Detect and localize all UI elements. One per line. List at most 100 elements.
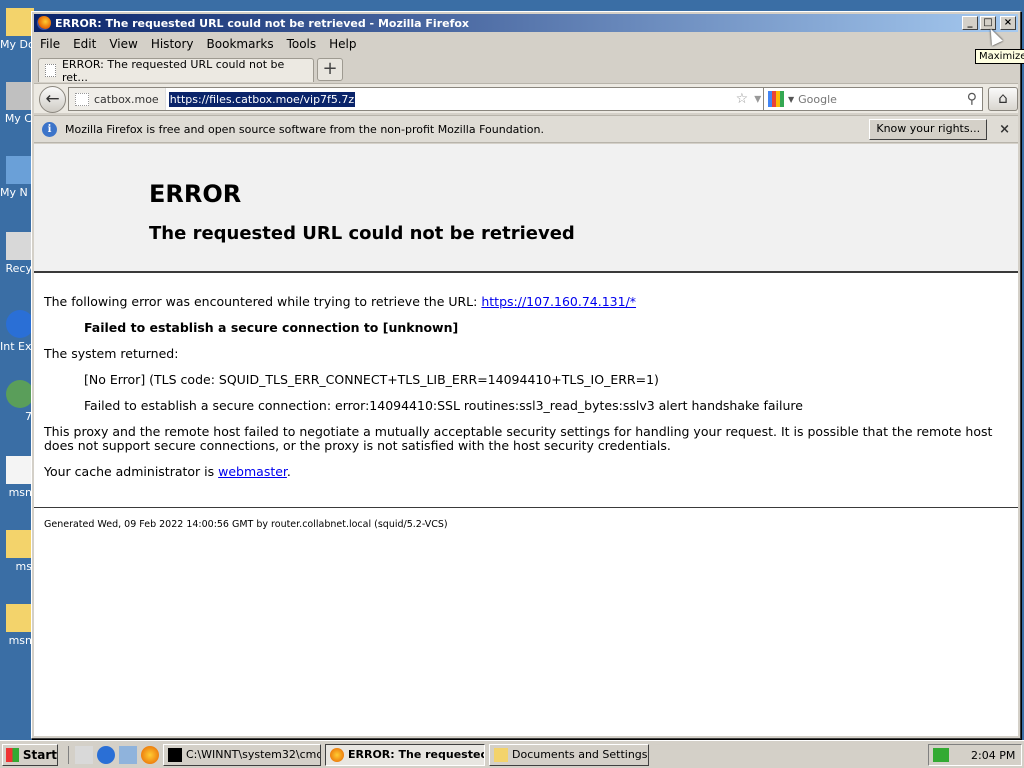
close-button[interactable]: × xyxy=(1000,16,1016,30)
menu-edit[interactable]: Edit xyxy=(73,37,96,51)
page-content: ERROR The requested URL could not be ret… xyxy=(34,144,1018,736)
desktop-icon-network[interactable]: My N Pl xyxy=(0,156,34,199)
notification-close-button[interactable]: × xyxy=(999,122,1010,137)
error-intro: The following error was encountered whil… xyxy=(44,295,1008,309)
error-body: The following error was encountered whil… xyxy=(34,273,1018,532)
desktop-icon-label: My C xyxy=(4,112,32,125)
clock[interactable]: 2:04 PM xyxy=(971,749,1015,762)
taskbar-item-firefox[interactable]: ERROR: The requested.... xyxy=(325,743,485,766)
recycle-bin-icon xyxy=(6,232,34,260)
globe-icon xyxy=(75,92,89,106)
cmd-icon xyxy=(168,747,182,762)
menu-help[interactable]: Help xyxy=(329,37,356,51)
desktop-icon-label: Recy xyxy=(5,262,32,275)
info-icon: i xyxy=(42,121,57,137)
taskbar-item-cmd[interactable]: C:\WINNT\system32\cmd.... xyxy=(163,743,321,766)
taskbar-item-label: ERROR: The requested.... xyxy=(348,748,484,761)
url-dropdown-icon[interactable]: ▾ xyxy=(754,91,761,107)
desktop-icon-msn-1[interactable]: msn xyxy=(0,456,34,499)
folder-icon xyxy=(6,530,34,558)
menu-bookmarks[interactable]: Bookmarks xyxy=(207,37,274,51)
google-icon[interactable] xyxy=(768,91,784,107)
start-button[interactable]: Start xyxy=(2,743,58,766)
firefox-icon xyxy=(330,747,344,762)
firefox-icon xyxy=(37,16,51,30)
firefox-window: ERROR: The requested URL could not be re… xyxy=(31,11,1021,739)
desktop-icon-internet-explorer[interactable]: Int Exp xyxy=(0,310,34,353)
taskbar-item-documents[interactable]: Documents and Settings xyxy=(489,743,649,766)
new-tab-button[interactable]: + xyxy=(317,58,343,81)
folder-icon xyxy=(494,747,508,762)
desktop-icon-7zip[interactable]: 7 xyxy=(0,380,34,423)
footer-divider xyxy=(34,507,1018,508)
page-title: ERROR xyxy=(149,180,242,208)
search-engine-dropdown-icon[interactable]: ▼ xyxy=(788,95,794,104)
search-icon[interactable]: ⚲ xyxy=(967,91,977,107)
computer-icon xyxy=(6,82,34,110)
desktop-icon-label: ms xyxy=(15,560,32,573)
url-bar[interactable]: catbox.moe https://files.catbox.moe/vip7… xyxy=(68,87,786,111)
system-returned-label: The system returned: xyxy=(44,346,179,361)
windows-logo-icon xyxy=(6,747,19,762)
menu-bar: File Edit View History Bookmarks Tools H… xyxy=(34,33,1018,55)
tls-code: [No Error] (TLS code: SQUID_TLS_ERR_CONN… xyxy=(84,372,659,387)
desktop-icon-recycle-bin[interactable]: Recy xyxy=(0,232,34,275)
back-button[interactable]: ← xyxy=(39,86,66,113)
desktop-icon-label: 7 xyxy=(25,410,32,423)
network-tray-icon[interactable] xyxy=(933,748,949,762)
error-failed: Failed to establish a secure connection … xyxy=(84,320,459,335)
admin-prefix: Your cache administrator is xyxy=(44,464,215,479)
start-label: Start xyxy=(22,747,57,762)
internet-explorer-icon[interactable] xyxy=(97,745,115,764)
show-desktop-icon[interactable] xyxy=(75,745,93,764)
folder-icon xyxy=(6,604,34,632)
error-explanation: This proxy and the remote host failed to… xyxy=(44,424,993,453)
page-footer: Generated Wed, 09 Feb 2022 14:00:56 GMT … xyxy=(44,519,448,530)
network-icon[interactable] xyxy=(119,745,137,764)
admin-suffix: . xyxy=(286,464,291,479)
menu-view[interactable]: View xyxy=(109,37,137,51)
home-button[interactable]: ⌂ xyxy=(988,87,1018,111)
navigation-toolbar: ← catbox.moe https://files.catbox.moe/vi… xyxy=(34,83,1018,113)
search-bar[interactable]: ▼ ⚲ xyxy=(763,87,983,111)
page-icon xyxy=(45,64,56,77)
notification-message: Mozilla Firefox is free and open source … xyxy=(65,122,544,136)
admin-line: Your cache administrator is webmaster. xyxy=(44,465,1008,479)
url-input[interactable]: https://files.catbox.moe/vip7f5.7z xyxy=(168,91,356,107)
minimize-button[interactable]: _ xyxy=(962,16,978,30)
internet-explorer-icon xyxy=(6,310,34,338)
menu-history[interactable]: History xyxy=(151,37,194,51)
firefox-icon[interactable] xyxy=(141,745,159,764)
desktop-icon-label: msn xyxy=(8,486,32,499)
desktop-icon-ms[interactable]: ms xyxy=(0,530,34,573)
error-intro-text: The following error was encountered whil… xyxy=(44,294,478,309)
search-input[interactable] xyxy=(798,92,967,106)
window-titlebar[interactable]: ERROR: The requested URL could not be re… xyxy=(34,14,1018,32)
desktop-icon-my-documents[interactable]: My Do xyxy=(0,8,34,51)
folder-icon xyxy=(6,8,34,36)
menu-tools[interactable]: Tools xyxy=(287,37,317,51)
network-icon xyxy=(6,156,34,184)
know-your-rights-button[interactable]: Know your rights... xyxy=(869,118,988,140)
maximize-tooltip: Maximize xyxy=(975,49,1024,64)
desktop-icon-my-computer[interactable]: My C xyxy=(0,82,34,125)
globe-icon xyxy=(6,380,34,408)
bookmark-star-icon[interactable]: ☆ xyxy=(736,91,749,107)
site-identity-label: catbox.moe xyxy=(94,92,159,106)
desktop-icon-label: My Do xyxy=(0,38,34,51)
ssl-error: Failed to establish a secure connection:… xyxy=(84,398,803,413)
desktop-icon-label: Int Exp xyxy=(0,340,34,353)
taskbar-item-label: Documents and Settings xyxy=(512,748,648,761)
page-subtitle: The requested URL could not be retrieved xyxy=(149,223,575,244)
error-url-link[interactable]: https://107.160.74.131/* xyxy=(481,294,636,309)
desktop-icon-label: msn xyxy=(8,634,32,647)
tab-active[interactable]: ERROR: The requested URL could not be re… xyxy=(38,58,314,84)
site-identity-button[interactable]: catbox.moe xyxy=(69,88,166,110)
desktop-icon-msn-2[interactable]: msn xyxy=(0,604,34,647)
desktop-icon-label: My N Pl xyxy=(0,186,34,199)
window-title: ERROR: The requested URL could not be re… xyxy=(55,16,470,30)
menu-file[interactable]: File xyxy=(40,37,60,51)
notification-bar: i Mozilla Firefox is free and open sourc… xyxy=(34,115,1018,143)
quick-launch xyxy=(68,745,159,764)
webmaster-link[interactable]: webmaster xyxy=(218,464,287,479)
